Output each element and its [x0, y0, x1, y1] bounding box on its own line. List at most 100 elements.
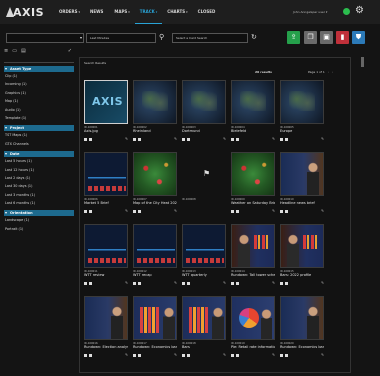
asset-thumbnail[interactable]	[133, 152, 177, 196]
edit-icon[interactable]: ✎	[174, 209, 177, 213]
asset-action-icon[interactable]	[89, 137, 92, 141]
copy-button[interactable]: ❐	[304, 31, 317, 44]
asset-action-icon[interactable]	[280, 137, 283, 141]
edit-icon[interactable]: ✎	[174, 353, 177, 357]
facet-item[interactable]: Template (1)	[4, 114, 74, 122]
asset-action-icon[interactable]	[280, 281, 283, 285]
asset-action-icon[interactable]	[84, 281, 87, 285]
asset-thumbnail[interactable]	[280, 224, 324, 268]
asset-card[interactable]: AXIS ID-100001 Axis.jpg ✎	[84, 80, 128, 144]
edit-icon[interactable]: ✎	[125, 353, 128, 357]
search-input[interactable]	[6, 33, 84, 43]
check-icon[interactable]: ✓	[68, 48, 72, 54]
asset-action-icon[interactable]	[138, 353, 141, 357]
asset-card[interactable]: ID-100017 Rundown: Economics bars ✎	[133, 296, 177, 360]
facet-item[interactable]: GTX Channels	[4, 140, 74, 148]
asset-action-icon[interactable]	[182, 137, 185, 141]
asset-action-icon[interactable]	[182, 281, 185, 285]
asset-action-icon[interactable]	[285, 353, 288, 357]
grid-view-icon[interactable]: ▭	[12, 48, 17, 54]
facet-item[interactable]: Portrait (1)	[4, 225, 74, 233]
asset-thumbnail[interactable]	[84, 152, 128, 196]
asset-action-icon[interactable]	[236, 281, 239, 285]
asset-thumbnail[interactable]	[231, 296, 275, 340]
asset-card[interactable]: ID-100004 Bielefeld ✎	[231, 80, 275, 144]
asset-action-icon[interactable]	[84, 353, 87, 357]
asset-action-icon[interactable]	[89, 353, 92, 357]
asset-action-icon[interactable]	[84, 209, 87, 213]
edit-icon[interactable]: ✎	[125, 281, 128, 285]
asset-thumbnail[interactable]	[280, 80, 324, 124]
facet-item[interactable]: Map (1)	[4, 97, 74, 105]
facet-item[interactable]: Clip (1)	[4, 72, 74, 80]
asset-action-icon[interactable]	[236, 209, 239, 213]
asset-action-icon[interactable]	[133, 209, 136, 213]
upload-button[interactable]: ⇪	[287, 31, 300, 44]
asset-card[interactable]: ID-100016 Rundown: Election analysis ✎	[84, 296, 128, 360]
asset-card[interactable]: ID-100012 WTT recap ✎	[133, 224, 177, 288]
facet-item[interactable]: Audio (1)	[4, 106, 74, 114]
asset-action-icon[interactable]	[84, 137, 87, 141]
asset-action-icon[interactable]	[89, 281, 92, 285]
asset-card[interactable]: ID-100019 Pie: Retail rate information ✎	[231, 296, 275, 360]
folder-button[interactable]: ▣	[320, 31, 333, 44]
asset-card[interactable]: ID-100020 Rundown: Economics bars ✎	[280, 296, 324, 360]
facet-item[interactable]: Last 6 months (1)	[4, 199, 74, 207]
user-menu[interactable]: John Anngelsper user ▾	[293, 10, 327, 14]
table-view-icon[interactable]: ▤	[21, 48, 26, 54]
asset-card[interactable]: ID-100007Map of the City Heat 2020 Weath…	[133, 152, 177, 216]
asset-card[interactable]: ID-100003 Dortmund ✎	[182, 80, 226, 144]
facet-item[interactable]: Incoming (1)	[4, 80, 74, 88]
edit-icon[interactable]: ✎	[223, 137, 226, 141]
asset-action-icon[interactable]	[285, 209, 288, 213]
asset-thumbnail[interactable]	[182, 80, 226, 124]
facet-project[interactable]: Project	[4, 125, 74, 132]
asset-thumbnail[interactable]: ⚑	[182, 152, 226, 196]
asset-thumbnail[interactable]: AXIS	[84, 80, 128, 124]
edit-icon[interactable]: ✎	[321, 209, 324, 213]
scroll-thumb[interactable]	[361, 57, 364, 67]
edit-icon[interactable]: ✎	[223, 353, 226, 357]
refresh-icon[interactable]: ↻	[251, 32, 257, 43]
asset-action-icon[interactable]	[187, 137, 190, 141]
edit-icon[interactable]: ✎	[174, 281, 177, 285]
edit-icon[interactable]: ✎	[321, 353, 324, 357]
edit-icon[interactable]: ✎	[321, 137, 324, 141]
edit-icon[interactable]: ✎	[125, 209, 128, 213]
asset-action-icon[interactable]	[133, 353, 136, 357]
nav-charts[interactable]: CHARTS▾	[162, 0, 192, 24]
asset-action-icon[interactable]	[236, 353, 239, 357]
asset-card[interactable]: ID-100015 Bars: 2022 profile ✎	[280, 224, 324, 288]
asset-action-icon[interactable]	[138, 209, 141, 213]
asset-thumbnail[interactable]	[133, 296, 177, 340]
edit-icon[interactable]: ✎	[125, 137, 128, 141]
asset-thumbnail[interactable]	[231, 224, 275, 268]
asset-action-icon[interactable]	[187, 281, 190, 285]
edit-icon[interactable]: ✎	[272, 137, 275, 141]
asset-action-icon[interactable]	[138, 281, 141, 285]
facet-item[interactable]: TST Maps (1)	[4, 131, 74, 139]
facet-item[interactable]: Last 5 hours (1)	[4, 157, 74, 165]
asset-thumbnail[interactable]	[280, 296, 324, 340]
facet-item[interactable]: Last 30 days (1)	[4, 182, 74, 190]
asset-card[interactable]: ID-100010 Headline news brief ✎	[280, 152, 324, 216]
asset-action-icon[interactable]	[236, 137, 239, 141]
facet-item[interactable]: Landscape (1)	[4, 216, 74, 224]
scrollbar[interactable]	[360, 57, 366, 373]
nav-orders[interactable]: ORDERS▾	[54, 0, 85, 24]
prev-page-icon[interactable]: ‹	[328, 70, 329, 74]
edit-icon[interactable]: ✎	[223, 281, 226, 285]
facet-orientation[interactable]: Orientation	[4, 210, 74, 217]
asset-action-icon[interactable]	[285, 137, 288, 141]
asset-card[interactable]: ⚑ ID-100008	[182, 152, 226, 216]
shield-settings-button[interactable]: ⛊	[352, 31, 365, 44]
facet-item[interactable]: Graphics (1)	[4, 89, 74, 97]
time-filter-select[interactable]: Last Minutes	[86, 33, 156, 43]
facet-item[interactable]: Last 3 months (1)	[4, 191, 74, 199]
facet-item[interactable]: Last 12 hours (1)	[4, 166, 74, 174]
card-search-select[interactable]: Select a Card Search	[172, 33, 248, 43]
edit-icon[interactable]: ✎	[272, 209, 275, 213]
filter-search-input[interactable]	[4, 57, 74, 63]
gear-icon[interactable]: ⚙	[355, 5, 364, 17]
asset-thumbnail[interactable]	[133, 80, 177, 124]
